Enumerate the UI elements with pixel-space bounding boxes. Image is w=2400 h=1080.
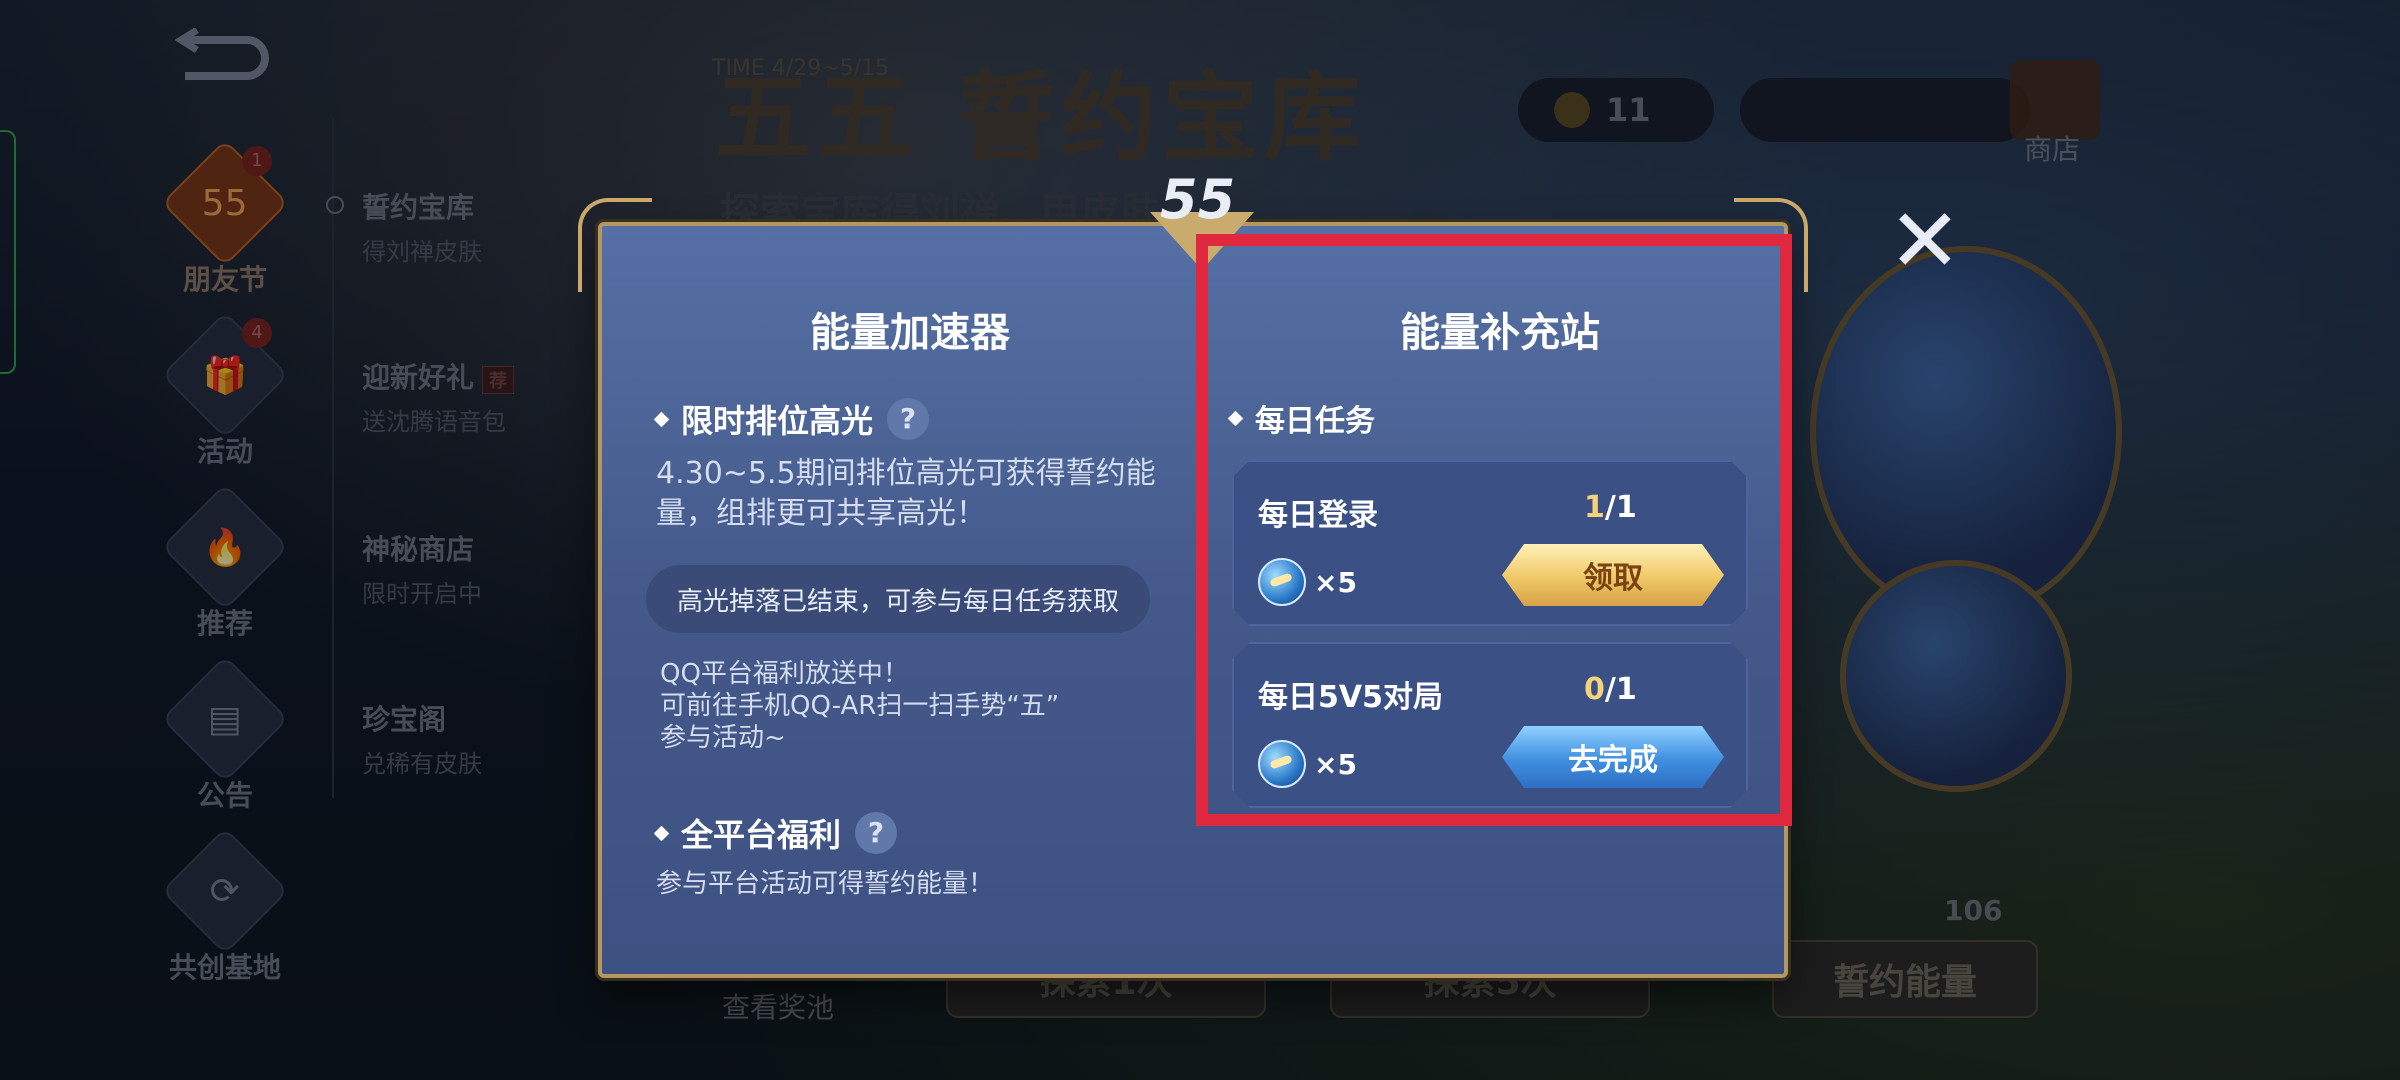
highlight-box [1196, 234, 1792, 826]
qq-welfare-line-1: QQ平台福利放送中！ [660, 659, 909, 689]
close-icon[interactable]: ✕ [1888, 197, 1962, 285]
help-icon[interactable]: ? [855, 812, 898, 854]
diamond-bullet-icon [653, 825, 670, 841]
section-title: 限时排位高光 [681, 402, 874, 440]
ranked-highlight-description: 4.30~5.5期间排位高光可获得誓约能量，组排更可共享高光！ [656, 456, 1156, 531]
ranked-highlight-heading: 限时排位高光 ? [653, 396, 930, 442]
diamond-bullet-icon [653, 411, 670, 427]
frame-corner [578, 198, 652, 292]
energy-accelerator-title: 能量加速器 [810, 310, 1010, 356]
help-icon[interactable]: ? [887, 398, 930, 440]
all-platform-description: 参与平台活动可得誓约能量！ [656, 869, 995, 899]
qq-welfare-line-2: 可前往手机QQ-AR扫一扫手势“五” [660, 691, 1060, 721]
section-title: 全平台福利 [681, 816, 842, 854]
event-logo: 55 [1160, 168, 1236, 231]
all-platform-heading: 全平台福利 ? [653, 810, 898, 856]
highlight-ended-notice: 高光掉落已结束，可参与每日任务获取 [646, 565, 1150, 633]
qq-welfare-line-3: 参与活动~ [660, 723, 786, 753]
